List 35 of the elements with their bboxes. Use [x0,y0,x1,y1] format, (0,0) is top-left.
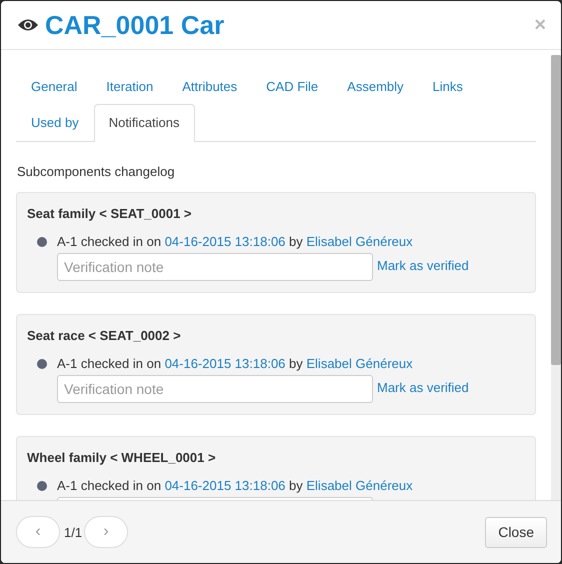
previous-page-button[interactable]: ‹ [16,516,60,548]
card-title: Seat race < SEAT_0002 > [27,328,182,343]
mark-verified-link[interactable]: Mark as verified [377,380,469,395]
mark-verified-link[interactable]: Mark as verified [377,258,469,273]
author-link[interactable]: Elisabel Généreux [306,356,413,371]
date-link[interactable]: 04-16-2015 13:18:06 [164,234,286,249]
author-link[interactable]: Elisabel Généreux [306,234,413,249]
tab[interactable]: Links [418,67,477,104]
date-link[interactable]: 04-16-2015 13:18:06 [164,478,286,493]
author-link[interactable]: Elisabel Généreux [306,478,413,493]
tab[interactable]: Iteration [91,67,168,104]
page-indicator: 1/1 [64,524,82,540]
tab[interactable]: CAD File [251,67,332,104]
eye-icon [17,18,39,32]
tab[interactable]: Notifications [94,104,195,142]
dialog-title: CAR_0001 Car [45,10,224,40]
tab[interactable]: General [16,67,92,104]
bullet-icon [37,358,47,368]
scrollbar[interactable] [551,55,561,500]
next-page-button[interactable]: › [84,516,128,548]
verification-note-field[interactable]: Verification note [57,253,373,281]
change-text: A-1 checked in on 04-16-2015 13:18:06 by Elisabel Généreux [57,356,413,371]
bullet-icon [37,480,47,490]
bullet-icon [37,236,47,246]
date-link[interactable]: 04-16-2015 13:18:06 [164,356,286,371]
tab[interactable]: Assembly [332,67,418,104]
card-title: Wheel family < WHEEL_0001 > [27,450,217,465]
card-title: Seat family < SEAT_0001 > [27,206,193,221]
change-text: A-1 checked in on 04-16-2015 13:18:06 by Elisabel Généreux [57,234,413,249]
section-title: Subcomponents changelog [17,164,176,179]
tab[interactable]: Attributes [167,67,252,104]
change-text: A-1 checked in on 04-16-2015 13:18:06 by Elisabel Généreux [57,478,413,493]
close-button[interactable]: Close [485,516,547,548]
verification-note-field[interactable]: Verification note [57,375,373,403]
tab[interactable]: Used by [16,104,94,141]
